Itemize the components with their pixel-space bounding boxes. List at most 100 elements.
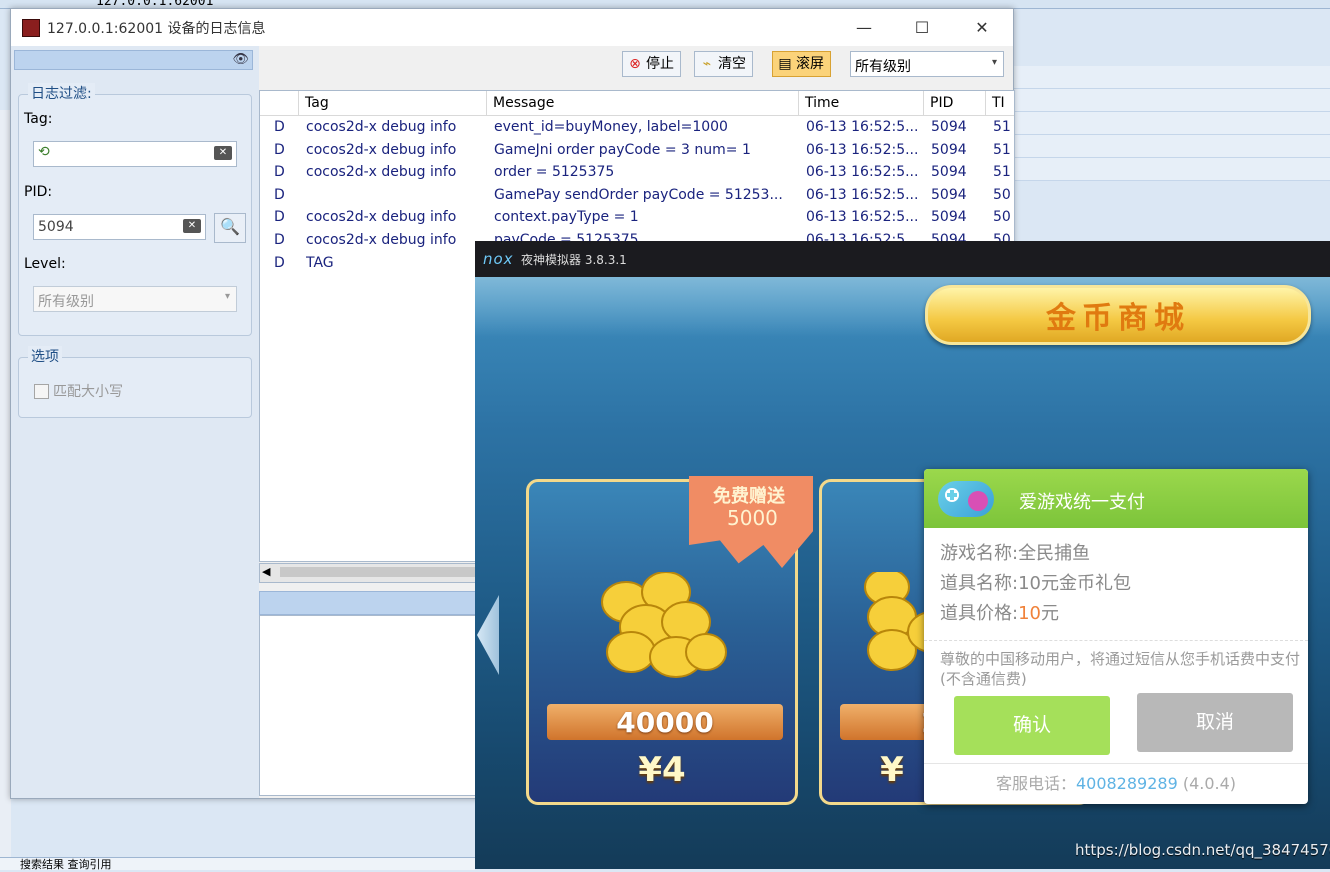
cell-message: event_id=buyMoney, label=1000 — [494, 119, 728, 135]
header-pid[interactable]: PID — [923, 91, 985, 115]
background-bottom-tabs: 搜索结果 查询引用 — [0, 856, 475, 872]
cell-tid: 51 — [993, 141, 1011, 158]
scroll-button[interactable]: ▤ 滚屏 — [772, 51, 831, 77]
price-value: 10 — [1018, 603, 1041, 624]
scroll-left-icon[interactable]: ◀ — [262, 565, 270, 578]
badge-line1: 免费赠送 — [713, 486, 785, 507]
cell-level: D — [274, 186, 285, 203]
cell-tag: cocos2d-x debug info — [306, 209, 457, 226]
table-row[interactable]: D GamePay sendOrder payCode = 51253... 06-… — [260, 184, 1014, 207]
payment-title: 爱游戏统一支付 — [1019, 492, 1145, 513]
cell-tid: 51 — [993, 164, 1011, 181]
cell-tag: cocos2d-x debug info — [306, 119, 457, 135]
app-icon — [22, 19, 40, 37]
cell-time: 06-13 16:52:5... — [806, 209, 919, 226]
cell-tid: 50 — [993, 209, 1011, 226]
cell-tid: 51 — [993, 119, 1011, 135]
background-panel — [1012, 66, 1330, 181]
horizontal-scrollbar[interactable]: ◀ — [259, 563, 491, 583]
detail-text-area[interactable] — [259, 615, 491, 796]
search-icon: 🔍 — [220, 217, 240, 236]
cell-level: D — [274, 141, 285, 158]
cancel-button[interactable]: 取消 — [1137, 693, 1293, 752]
cell-level: D — [274, 232, 285, 248]
cell-tag: cocos2d-x debug info — [306, 141, 457, 158]
coin-price: ¥4 — [638, 750, 686, 790]
cell-time: 06-13 16:52:5... — [806, 119, 919, 135]
table-row[interactable]: Dcocos2d-x debug info context.payType = 1… — [260, 206, 1014, 229]
cell-pid: 5094 — [931, 209, 967, 226]
cell-tag: cocos2d-x debug info — [306, 232, 457, 248]
stop-icon: ⊗ — [629, 56, 641, 72]
scroll-label: 滚屏 — [796, 56, 824, 72]
pid-input[interactable]: 5094 ✕ — [33, 214, 206, 240]
level-label: Level: — [24, 256, 66, 272]
header-time[interactable]: Time — [798, 91, 923, 115]
tag-label: Tag: — [24, 111, 53, 127]
price-label: 道具价格: — [940, 603, 1019, 624]
cell-level: D — [274, 254, 285, 271]
stop-label: 停止 — [646, 56, 674, 72]
header-message[interactable]: Message — [486, 91, 798, 115]
cell-message: order = 5125375 — [494, 164, 615, 181]
free-gift-badge: 免费赠送 5000 — [689, 476, 813, 568]
game-screen: 金币商城 免费赠送 5000 40000 ¥4 ¥ 爱游戏统一支付 游戏名称:全… — [475, 277, 1330, 869]
shop-banner: 金币商城 — [925, 285, 1311, 345]
stop-button[interactable]: ⊗ 停止 — [622, 51, 681, 77]
coin-stack-icon — [591, 571, 731, 682]
cell-tag: TAG — [306, 254, 334, 271]
gamepad-icon — [938, 481, 994, 517]
confirm-button[interactable]: 确认 — [954, 696, 1110, 755]
header-tag[interactable]: Tag — [298, 91, 486, 115]
scrollbar-thumb[interactable] — [280, 567, 490, 577]
cell-time: 06-13 16:52:5... — [806, 186, 919, 203]
cell-pid: 5094 — [931, 164, 967, 181]
history-icon[interactable]: ⟲ — [38, 144, 50, 160]
maximize-button[interactable]: ☐ — [899, 15, 945, 41]
match-case-checkbox[interactable] — [34, 384, 49, 399]
chevron-down-icon: ▾ — [991, 57, 997, 68]
tag-input[interactable]: ⟲ ✕ — [33, 141, 237, 167]
match-case-label: 匹配大小写 — [53, 384, 123, 400]
level-select[interactable]: 所有级别 ▾ — [33, 286, 237, 312]
payment-header: 爱游戏统一支付 — [924, 469, 1308, 528]
amount-ribbon: 40000 — [547, 704, 783, 740]
clear-tag-icon[interactable]: ✕ — [214, 146, 232, 160]
toolbar-level-select[interactable]: 所有级别 ▾ — [850, 51, 1004, 77]
divider — [924, 640, 1308, 641]
table-row[interactable]: Dcocos2d-x debug info event_id=buyMoney, … — [260, 116, 1014, 139]
panel-header-bar: 👁 — [14, 50, 253, 70]
bottom-tabs-text[interactable]: 搜索结果 查询引用 — [20, 856, 112, 872]
clear-label: 清空 — [718, 56, 746, 72]
header-tid[interactable]: TI — [985, 91, 1014, 115]
table-row[interactable]: Dcocos2d-x debug info order = 5125375 06-1… — [260, 161, 1014, 184]
cell-time: 06-13 16:52:5... — [806, 164, 919, 181]
pid-search-button[interactable]: 🔍 — [214, 213, 246, 243]
item-name-text: 道具名称:10元金币礼包 — [940, 573, 1131, 594]
service-phone[interactable]: 4008289289 — [1076, 774, 1178, 793]
clear-button[interactable]: ⌁ 清空 — [694, 51, 753, 77]
cell-message: context.payType = 1 — [494, 209, 639, 226]
chevron-down-icon: ▾ — [224, 291, 230, 302]
cell-message: GamePay sendOrder payCode = 51253... — [494, 186, 783, 203]
price-unit: 元 — [1040, 603, 1059, 624]
game-name-text: 游戏名称:全民捕鱼 — [940, 543, 1091, 564]
minimize-button[interactable]: — — [841, 15, 887, 41]
close-button[interactable]: ✕ — [959, 15, 1005, 41]
coin-pack-card[interactable]: 免费赠送 5000 40000 ¥4 — [526, 476, 813, 805]
table-row[interactable]: Dcocos2d-x debug info GameJni order payCo… — [260, 139, 1014, 162]
options-label: 选项 — [28, 346, 62, 366]
clear-pid-icon[interactable]: ✕ — [183, 219, 201, 233]
prev-arrow-icon[interactable] — [477, 595, 499, 675]
cell-level: D — [274, 164, 285, 181]
emulator-name: 夜神模拟器 3.8.3.1 — [521, 253, 627, 267]
scroll-icon: ▤ — [778, 56, 792, 72]
cell-time: 06-13 16:52:5... — [806, 141, 919, 158]
cell-pid: 5094 — [931, 119, 967, 135]
level-select-value: 所有级别 — [38, 294, 94, 310]
badge-line2: 5000 — [727, 506, 778, 530]
broom-icon: ⌁ — [702, 56, 712, 72]
filter-panel: 👁 日志过滤: Tag: ⟲ ✕ PID: 5094 ✕ 🔍 Level: 所有… — [11, 46, 259, 798]
payment-dialog: 爱游戏统一支付 游戏名称:全民捕鱼 道具名称:10元金币礼包 道具价格:10元 … — [924, 469, 1308, 804]
eye-icon[interactable]: 👁 — [232, 52, 249, 67]
